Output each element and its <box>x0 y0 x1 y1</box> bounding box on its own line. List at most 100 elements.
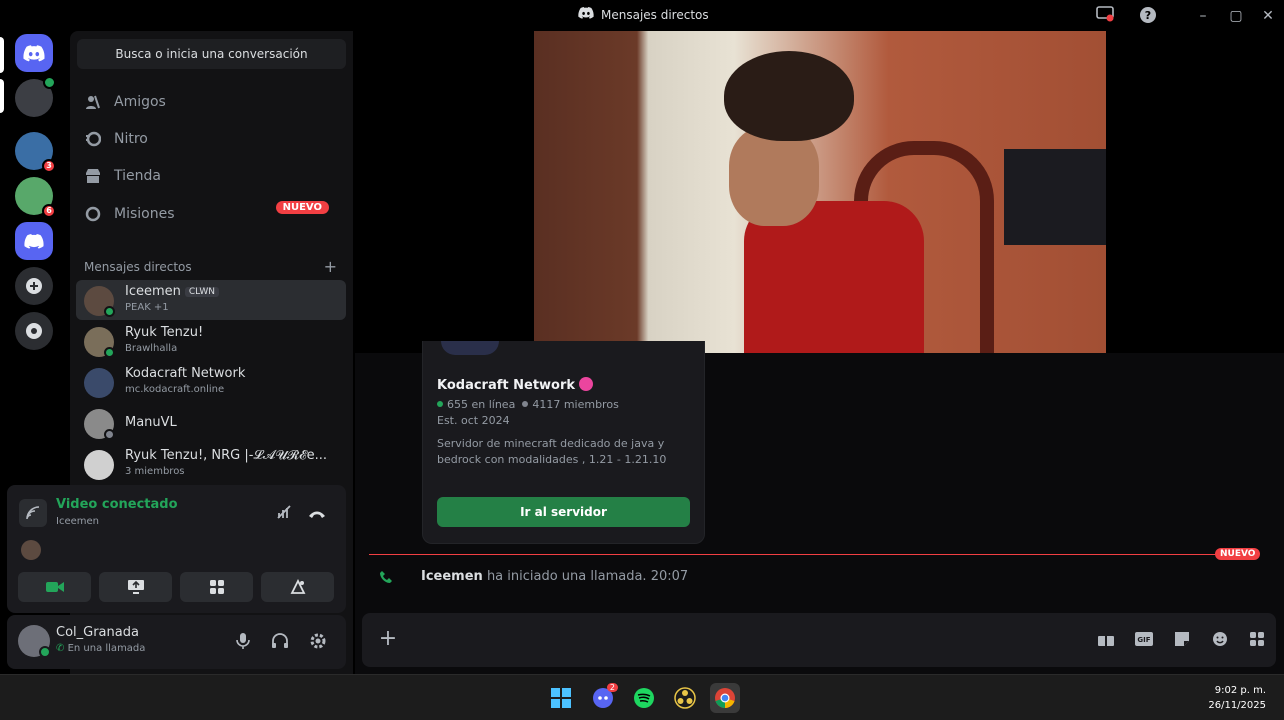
spotify-icon[interactable] <box>629 683 659 713</box>
soundboard-button[interactable] <box>261 572 334 602</box>
add-server-button[interactable] <box>15 267 53 305</box>
call-user[interactable]: Iceemen <box>421 569 483 584</box>
server-icon-3[interactable] <box>15 222 53 260</box>
inbox-icon[interactable] <box>1095 6 1115 26</box>
emoji-icon[interactable] <box>1209 628 1231 650</box>
signal-icon[interactable] <box>19 499 47 527</box>
server-description: Servidor de minecraft dedicado de java y… <box>437 437 667 470</box>
screen-share-button[interactable] <box>99 572 172 602</box>
disconnect-icon[interactable] <box>305 501 329 525</box>
video-tv <box>1004 149 1106 245</box>
nav-quests[interactable]: Misiones <box>84 202 175 226</box>
discord-home-button[interactable] <box>15 34 53 72</box>
guild-tag: CLWN <box>184 287 219 297</box>
window-title: Mensajes directos <box>578 7 709 22</box>
svg-text:?: ? <box>1145 9 1151 22</box>
nav-label: Misiones <box>114 206 175 222</box>
dm-item[interactable]: Ryuk Tenzu!, NRG |-𝓛𝓐𝓤𝓡𝓔e... 3 miembros <box>76 444 346 484</box>
camera-button[interactable] <box>18 572 91 602</box>
nav-label: Tienda <box>114 168 161 184</box>
friends-icon <box>84 93 102 111</box>
call-time: 20:07 <box>650 569 689 584</box>
members-dot <box>522 401 529 407</box>
apps-icon[interactable] <box>1246 628 1268 650</box>
nav-label: Nitro <box>114 131 148 147</box>
nav-friends[interactable]: Amigos <box>84 90 166 114</box>
video-person-hair <box>724 51 854 141</box>
activities-button[interactable] <box>180 572 253 602</box>
nitro-icon <box>84 130 102 148</box>
username[interactable]: Col_Granada <box>56 625 139 640</box>
dm-item[interactable]: Kodacraft Network mc.kodacraft.online <box>76 362 346 402</box>
dm-name: ManuVL <box>125 415 177 430</box>
voice-channel-name[interactable]: Iceemen <box>56 516 99 527</box>
dm-item[interactable]: Iceemen CLWN PEAK +1 <box>76 280 346 320</box>
video-person-face <box>729 126 819 226</box>
video-feed[interactable] <box>534 31 1106 353</box>
windows-start-icon[interactable] <box>546 683 576 713</box>
search-input[interactable]: Busca o inicia una conversación <box>77 39 346 69</box>
clock-time: 9:02 p. m. <box>1214 685 1266 696</box>
obs-icon[interactable] <box>670 683 700 713</box>
status-dot <box>43 76 56 89</box>
join-server-button[interactable]: Ir al servidor <box>437 497 690 527</box>
close-icon[interactable]: ✕ <box>1258 6 1278 26</box>
selected-indicator <box>0 37 4 73</box>
status-online <box>104 347 115 358</box>
microphone-icon[interactable] <box>231 629 255 653</box>
discover-icon[interactable] <box>15 312 53 350</box>
nav-shop[interactable]: Tienda <box>84 164 161 188</box>
headphones-icon[interactable] <box>268 629 292 653</box>
status-online <box>39 646 51 658</box>
gift-icon[interactable] <box>1095 628 1117 650</box>
voice-connection-panel: Video conectado Iceemen <box>7 485 346 613</box>
sticker-icon[interactable] <box>1171 628 1193 650</box>
create-dm-icon[interactable]: + <box>324 257 337 276</box>
partner-badge-icon <box>579 377 594 391</box>
phone-call-icon <box>379 570 393 588</box>
message-composer[interactable]: + GIF <box>362 613 1276 667</box>
call-system-message: Iceemen ha iniciado una llamada. 20:07 <box>421 569 688 584</box>
windows-taskbar: 2 9:02 p. m. 26/11/2025 <box>0 674 1284 720</box>
dm-item[interactable]: ManuVL <box>76 403 346 443</box>
server-name: Kodacraft Network <box>437 378 576 393</box>
user-panel: Col_Granada ✆ En una llamada <box>7 615 346 669</box>
window-title-text: Mensajes directos <box>601 7 709 22</box>
server-icon-2[interactable]: 6 <box>15 177 56 218</box>
nav-label: Amigos <box>114 94 166 110</box>
upload-plus-icon[interactable]: + <box>376 627 400 651</box>
gif-icon[interactable]: GIF <box>1133 628 1155 650</box>
phone-icon: ✆ <box>56 643 68 654</box>
participant-avatar[interactable] <box>21 540 41 560</box>
server-icon-1[interactable]: 3 <box>15 132 56 173</box>
user-status: ✆ En una llamada <box>56 643 145 654</box>
mention-badge: 3 <box>42 159 56 173</box>
svg-text:GIF: GIF <box>1137 636 1150 644</box>
dm-name: Iceemen <box>125 284 181 299</box>
dm-activity: 3 miembros <box>125 466 185 477</box>
chrome-icon[interactable] <box>710 683 740 713</box>
online-dot <box>437 401 443 407</box>
video-call-stage <box>355 31 1284 353</box>
voice-status-title: Video conectado <box>56 497 178 512</box>
help-icon[interactable]: ? <box>1138 6 1158 26</box>
clock-date: 26/11/2025 <box>1208 700 1266 711</box>
settings-gear-icon[interactable] <box>306 629 330 653</box>
dm-item[interactable]: Ryuk Tenzu! Brawlhalla <box>76 321 346 361</box>
nav-nitro[interactable]: Nitro <box>84 127 148 151</box>
new-messages-divider <box>369 554 1259 555</box>
maximize-icon[interactable]: ▢ <box>1226 6 1246 26</box>
unread-indicator <box>0 79 4 113</box>
mention-badge: 6 <box>42 204 56 218</box>
discord-taskbar-icon[interactable]: 2 <box>588 683 618 713</box>
avatar <box>84 368 114 398</box>
dm-activity: mc.kodacraft.online <box>125 384 225 395</box>
new-badge: NUEVO <box>275 201 329 214</box>
dm-name: Ryuk Tenzu! <box>125 325 204 340</box>
server-avatar-user[interactable] <box>15 76 56 117</box>
noise-suppression-icon[interactable] <box>272 501 296 525</box>
new-messages-badge: NUEVO <box>1215 548 1261 560</box>
system-clock[interactable]: 9:02 p. m. 26/11/2025 <box>1208 683 1266 713</box>
title-bar: Mensajes directos ? – ▢ ✕ <box>0 0 1284 31</box>
minimize-icon[interactable]: – <box>1193 6 1213 26</box>
